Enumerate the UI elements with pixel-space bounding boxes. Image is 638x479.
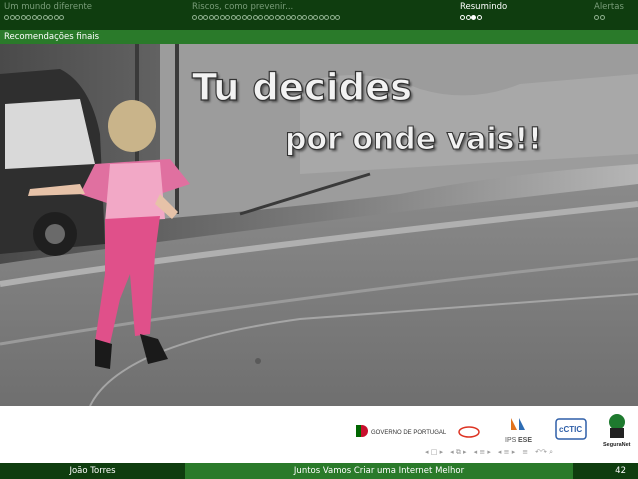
nav-section-riscos[interactable]: Riscos, como prevenir... bbox=[192, 2, 340, 20]
subsection-title: Recomendações finais bbox=[4, 32, 100, 42]
beamer-navigation-symbols: ◂ □ ▸ ◂ ⧉ ▸ ◂ ≡ ▸ ◂ ≡ ▸ ≡ ↶↷ ⌕ bbox=[425, 448, 553, 457]
nav-slide-dot[interactable] bbox=[241, 15, 247, 20]
slide-title-line1: Tu decides bbox=[191, 65, 413, 109]
svg-text:IPS: IPS bbox=[505, 437, 517, 444]
subsection-bar: Recomendações finais bbox=[0, 30, 638, 44]
footer-page-number: 42 bbox=[573, 463, 638, 479]
nav-slide-dot[interactable] bbox=[59, 15, 64, 20]
nav-slide-dot[interactable] bbox=[594, 15, 599, 20]
nav-slide-dot[interactable] bbox=[307, 15, 313, 20]
nav-section-label[interactable]: Um mundo diferente bbox=[4, 2, 92, 12]
nav-slide-dot[interactable] bbox=[329, 15, 335, 20]
nav-slide-dot[interactable] bbox=[197, 15, 203, 20]
nav-section-alertas[interactable]: Alertas bbox=[594, 2, 624, 20]
nav-section-icon[interactable]: ◂ ≡ ▸ bbox=[474, 448, 491, 457]
nav-slide-dot[interactable] bbox=[460, 15, 465, 20]
bolas-logo-icon bbox=[458, 424, 480, 438]
nav-slide-dot[interactable] bbox=[313, 15, 318, 20]
ips-ese-logo: IPS ESE bbox=[503, 416, 533, 448]
footer-author: João Torres bbox=[0, 463, 185, 479]
nav-search-icon[interactable]: ↶↷ ⌕ bbox=[535, 448, 553, 457]
nav-slide-dot[interactable] bbox=[26, 15, 31, 20]
nav-section-label[interactable]: Riscos, como prevenir... bbox=[192, 2, 340, 12]
nav-slide-dot[interactable] bbox=[280, 15, 285, 20]
footer-title: Juntos Vamos Criar uma Internet Melhor bbox=[185, 463, 573, 479]
svg-text:GOVERNO DE PORTUGAL: GOVERNO DE PORTUGAL bbox=[371, 430, 447, 436]
nav-slide-dot[interactable] bbox=[214, 15, 219, 20]
nav-slide-dot[interactable] bbox=[236, 15, 241, 20]
nav-slide-dot[interactable] bbox=[465, 15, 471, 20]
nav-slide-dot[interactable] bbox=[269, 15, 274, 20]
governo-portugal-logo: GOVERNO DE PORTUGAL bbox=[355, 422, 450, 440]
nav-slide-dot[interactable] bbox=[285, 15, 291, 20]
nav-slide-dots bbox=[460, 15, 507, 20]
svg-text:SeguraNet: SeguraNet bbox=[603, 442, 631, 448]
nav-slide-dots bbox=[192, 15, 340, 20]
nav-section-label[interactable]: Resumindo bbox=[460, 2, 507, 12]
nav-slide-dot[interactable] bbox=[247, 15, 252, 20]
nav-slide-dot[interactable] bbox=[476, 15, 482, 20]
nav-slide-dot[interactable] bbox=[258, 15, 263, 20]
nav-slide-dot[interactable] bbox=[274, 15, 280, 20]
nav-slide-dot[interactable] bbox=[296, 15, 302, 20]
nav-slide-dot[interactable] bbox=[42, 15, 48, 20]
nav-slide-dot[interactable] bbox=[192, 15, 197, 20]
nav-slide-dot[interactable] bbox=[302, 15, 307, 20]
nav-slide-dot[interactable] bbox=[48, 15, 53, 20]
nav-slide-dot[interactable] bbox=[335, 15, 340, 20]
nav-slide-dot[interactable] bbox=[53, 15, 59, 20]
nav-slide-dot[interactable] bbox=[37, 15, 42, 20]
svg-text:ESE: ESE bbox=[518, 437, 532, 444]
nav-menu-icon[interactable]: ≡ bbox=[522, 448, 528, 457]
nav-slide-dot[interactable] bbox=[225, 15, 230, 20]
seguranet-logo: SeguraNet bbox=[602, 412, 632, 448]
nav-slide-dot[interactable] bbox=[219, 15, 225, 20]
slide-footer: João Torres Juntos Vamos Criar uma Inter… bbox=[0, 463, 638, 479]
nav-section-label[interactable]: Alertas bbox=[594, 2, 624, 12]
nav-slide-dot[interactable] bbox=[20, 15, 26, 20]
nav-slide-dots bbox=[594, 15, 624, 20]
nav-slide-dot[interactable] bbox=[31, 15, 37, 20]
nav-section-resumindo[interactable]: Resumindo bbox=[460, 2, 507, 20]
nav-slide-dot[interactable] bbox=[203, 15, 208, 20]
cctic-logo: cCTIC bbox=[555, 418, 587, 440]
nav-slide-dot[interactable] bbox=[9, 15, 15, 20]
nav-slide-dots bbox=[4, 15, 92, 20]
nav-frame-icon[interactable]: ◂ □ ▸ bbox=[425, 448, 443, 457]
nav-slide-dot[interactable] bbox=[471, 15, 476, 20]
nav-doc-icon[interactable]: ◂ ≡ ▸ bbox=[498, 448, 515, 457]
nav-slide-dot[interactable] bbox=[599, 15, 605, 20]
nav-subsection-icon[interactable]: ◂ ⧉ ▸ bbox=[450, 448, 466, 457]
slide-title-line2: por onde vais!! bbox=[284, 121, 542, 157]
nav-section-um-mundo-diferente[interactable]: Um mundo diferente bbox=[4, 2, 92, 20]
nav-slide-dot[interactable] bbox=[291, 15, 296, 20]
nav-slide-dot[interactable] bbox=[208, 15, 214, 20]
nav-slide-dot[interactable] bbox=[230, 15, 236, 20]
section-navigation-bar: Um mundo diferente Riscos, como prevenir… bbox=[0, 0, 638, 30]
svg-text:cCTIC: cCTIC bbox=[559, 425, 582, 434]
nav-slide-dot[interactable] bbox=[318, 15, 324, 20]
nav-slide-dot[interactable] bbox=[4, 15, 9, 20]
nav-slide-dot[interactable] bbox=[252, 15, 258, 20]
nav-slide-dot[interactable] bbox=[15, 15, 20, 20]
nav-slide-dot[interactable] bbox=[263, 15, 269, 20]
nav-slide-dot[interactable] bbox=[324, 15, 329, 20]
